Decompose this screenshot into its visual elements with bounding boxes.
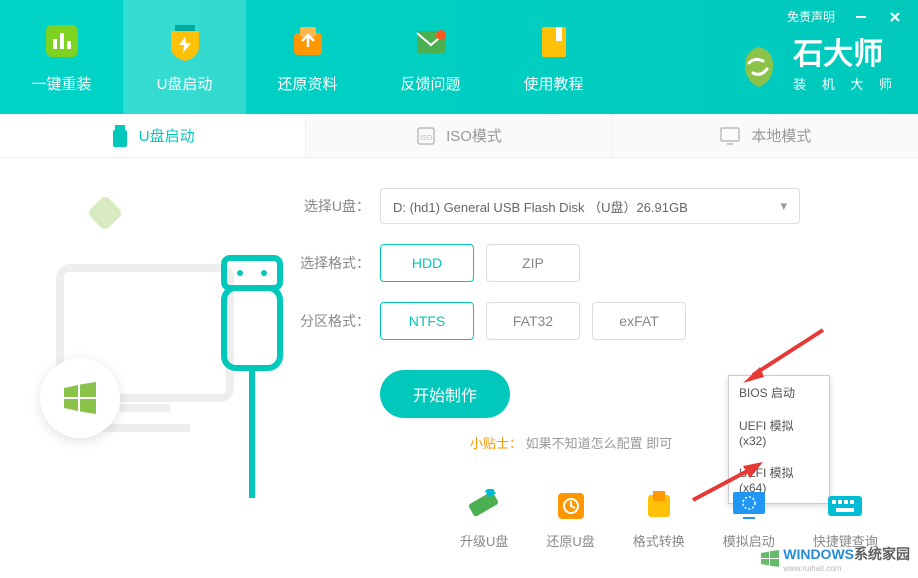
format-zip[interactable]: ZIP bbox=[486, 244, 580, 282]
tab-label: U盘启动 bbox=[139, 125, 195, 146]
row-partition: 分区格式： NTFS FAT32 exFAT bbox=[300, 302, 878, 340]
partition-label: 分区格式： bbox=[300, 311, 370, 331]
nav-label: 反馈问题 bbox=[400, 73, 460, 94]
illustration bbox=[40, 188, 300, 452]
logo-main: 石大师 bbox=[793, 40, 898, 70]
nav-label: 一键重装 bbox=[31, 73, 91, 94]
header-controls: 免责声明 bbox=[787, 8, 903, 25]
select-disk-label: 选择U盘： bbox=[300, 196, 370, 216]
row-select-disk: 选择U盘： D: (hd1) General USB Flash Disk （U… bbox=[300, 188, 878, 224]
logo-icon bbox=[735, 43, 783, 91]
tip-text: 如果不知道怎么配置 即可 bbox=[526, 436, 673, 451]
tool-convert[interactable]: 格式转换 bbox=[633, 489, 685, 550]
format-options: HDD ZIP bbox=[380, 244, 580, 282]
close-button[interactable] bbox=[887, 9, 903, 25]
keyboard-icon bbox=[826, 489, 864, 521]
tool-label: 格式转换 bbox=[633, 531, 685, 550]
watermark-url: www.ruihait.com bbox=[783, 564, 910, 573]
watermark: WINDOWS系统家园 www.ruihait.com bbox=[759, 544, 910, 573]
logo-sub: 装 机 大 师 bbox=[793, 74, 898, 93]
nav-reinstall[interactable]: 一键重装 bbox=[0, 0, 123, 114]
partition-fat32[interactable]: FAT32 bbox=[486, 302, 580, 340]
tool-label: 还原U盘 bbox=[546, 531, 594, 550]
tab-label: ISO模式 bbox=[446, 125, 502, 146]
partition-ntfs[interactable]: NTFS bbox=[380, 302, 474, 340]
nav-label: 还原资料 bbox=[277, 73, 337, 94]
start-button[interactable]: 开始制作 bbox=[380, 370, 510, 418]
restore-icon bbox=[288, 21, 328, 61]
watermark-icon bbox=[759, 548, 781, 570]
watermark-text: WINDOWS系统家园 bbox=[783, 544, 910, 564]
iso-icon: ISO bbox=[416, 126, 436, 146]
disclaimer-link[interactable]: 免责声明 bbox=[787, 8, 835, 25]
mode-tabs: U盘启动 ISO ISO模式 本地模式 bbox=[0, 114, 918, 158]
tool-simulate[interactable]: 模拟启动 bbox=[723, 489, 775, 550]
usb-icon bbox=[111, 125, 129, 147]
usb-restore-icon bbox=[552, 489, 590, 521]
bottom-toolbar: 升级U盘 还原U盘 格式转换 模拟启动 快捷键查询 bbox=[460, 489, 878, 550]
convert-icon bbox=[640, 489, 678, 521]
nav-feedback[interactable]: 反馈问题 bbox=[369, 0, 492, 114]
tab-usb[interactable]: U盘启动 bbox=[0, 114, 305, 157]
tool-upgrade[interactable]: 升级U盘 bbox=[460, 489, 508, 550]
logo: 石大师 装 机 大 师 bbox=[735, 40, 898, 93]
monitor-icon bbox=[719, 126, 741, 146]
format-hdd[interactable]: HDD bbox=[380, 244, 474, 282]
nav-usb[interactable]: U盘启动 bbox=[123, 0, 246, 114]
row-format: 选择格式： HDD ZIP bbox=[300, 244, 878, 282]
select-disk-dropdown[interactable]: D: (hd1) General USB Flash Disk （U盘）26.9… bbox=[380, 188, 800, 224]
logo-text: 石大师 装 机 大 师 bbox=[793, 40, 898, 93]
tool-restore[interactable]: 还原U盘 bbox=[546, 489, 594, 550]
tip-label: 小贴士： bbox=[470, 436, 522, 451]
bar-chart-icon bbox=[42, 21, 82, 61]
header: 一键重装 U盘启动 还原资料 反馈问题 使用教程 免责声明 bbox=[0, 0, 918, 114]
partition-options: NTFS FAT32 exFAT bbox=[380, 302, 686, 340]
main-nav: 一键重装 U盘启动 还原资料 反馈问题 使用教程 bbox=[0, 0, 615, 114]
svg-text:ISO: ISO bbox=[420, 135, 433, 142]
select-disk-value: D: (hd1) General USB Flash Disk （U盘）26.9… bbox=[393, 197, 688, 216]
tab-label: 本地模式 bbox=[751, 125, 811, 146]
chevron-down-icon: ▾ bbox=[780, 198, 787, 214]
usb-upgrade-icon bbox=[465, 489, 503, 521]
tool-hotkey[interactable]: 快捷键查询 bbox=[813, 489, 878, 550]
nav-label: U盘启动 bbox=[157, 73, 213, 94]
nav-tutorial[interactable]: 使用教程 bbox=[492, 0, 615, 114]
nav-label: 使用教程 bbox=[523, 73, 583, 94]
windows-badge bbox=[40, 358, 120, 438]
simulate-icon bbox=[730, 489, 768, 521]
popup-uefi32[interactable]: UEFI 模拟(x32) bbox=[729, 409, 829, 456]
usb-shield-icon bbox=[165, 21, 205, 61]
boot-mode-popup: BIOS 启动 UEFI 模拟(x32) UEFI 模拟(x64) bbox=[728, 375, 830, 504]
envelope-icon bbox=[411, 21, 451, 61]
minimize-button[interactable] bbox=[853, 9, 869, 25]
tab-iso[interactable]: ISO ISO模式 bbox=[305, 114, 611, 157]
book-icon bbox=[534, 21, 574, 61]
tool-label: 升级U盘 bbox=[460, 531, 508, 550]
format-label: 选择格式： bbox=[300, 253, 370, 273]
nav-restore[interactable]: 还原资料 bbox=[246, 0, 369, 114]
partition-exfat[interactable]: exFAT bbox=[592, 302, 686, 340]
popup-bios[interactable]: BIOS 启动 bbox=[729, 376, 829, 409]
tab-local[interactable]: 本地模式 bbox=[612, 114, 918, 157]
